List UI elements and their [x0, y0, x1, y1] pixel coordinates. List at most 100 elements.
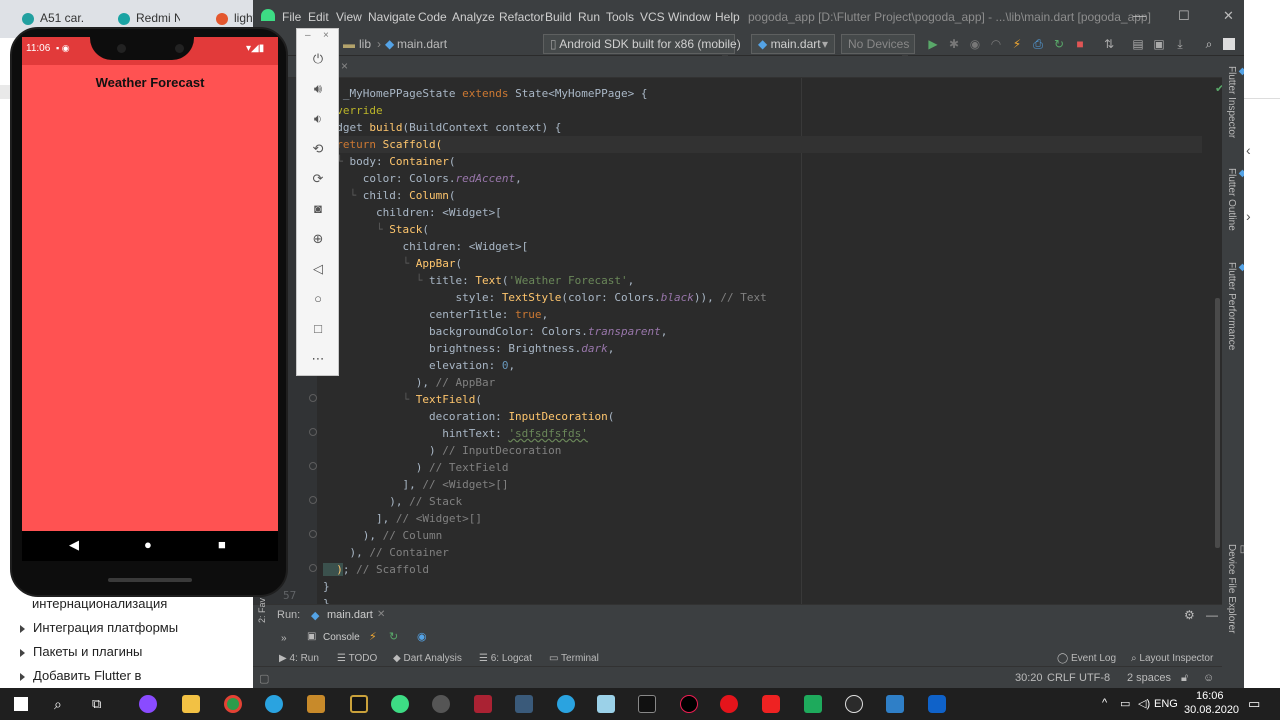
nav-home-icon[interactable]: ● [144, 537, 152, 552]
nav-recents-icon[interactable]: ■ [218, 537, 226, 552]
run-tab-main-dart[interactable]: main.dart [327, 609, 373, 621]
avd-manager-icon[interactable]: ▣ [1151, 36, 1167, 52]
flutter-attach-icon[interactable]: ⎙ [1030, 36, 1046, 52]
sdk-manager-icon[interactable]: ⤓ [1172, 36, 1188, 52]
fold-marker-icon[interactable] [309, 564, 317, 572]
menu-tools[interactable]: Tools [606, 10, 634, 24]
rotate-right-icon[interactable]: ⟳ [310, 171, 326, 187]
warships-icon[interactable] [515, 695, 533, 713]
lock-icon[interactable]: 🔓︎ [1181, 672, 1188, 685]
doc-item[interactable]: Интеграция платформы [20, 620, 178, 635]
clock-time[interactable]: 16:06 [1196, 690, 1224, 702]
run-icon[interactable]: ▶ [925, 36, 941, 52]
terminal-icon[interactable] [638, 695, 656, 713]
tool-terminal[interactable]: ▭ Terminal [549, 653, 599, 664]
fold-marker-icon[interactable] [309, 394, 317, 402]
maximize-icon[interactable]: ☐ [1178, 8, 1190, 24]
tool-dart-analysis[interactable]: ◆ Dart Analysis [393, 653, 462, 664]
notifications-icon[interactable]: ▭ [1248, 696, 1260, 712]
devtools-icon[interactable]: ◉ [417, 630, 427, 643]
fold-marker-icon[interactable] [309, 428, 317, 436]
app-screen[interactable] [22, 37, 278, 531]
sync-icon[interactable]: ⇅ [1101, 36, 1117, 52]
stop-icon[interactable]: ■ [1072, 36, 1088, 52]
fold-marker-icon[interactable] [309, 530, 317, 538]
unreal-icon[interactable] [350, 695, 368, 713]
line-separator[interactable]: CRLF [1047, 672, 1076, 684]
hot-restart-icon[interactable]: ↻ [1051, 36, 1067, 52]
telegram-icon[interactable] [265, 695, 283, 713]
chevron-right-icon[interactable]: › [1246, 208, 1251, 224]
debug-icon[interactable]: ✱ [946, 36, 962, 52]
app-icon[interactable] [845, 695, 863, 713]
volume-up-icon[interactable]: 🔊︎ [310, 81, 326, 97]
run-tab-close-icon[interactable]: ✕ [377, 609, 385, 620]
tiktok-icon[interactable] [680, 695, 698, 713]
chrome-icon[interactable] [224, 695, 242, 713]
telegram-desktop-icon[interactable] [557, 695, 575, 713]
settings-gear-icon[interactable]: ⚙ [1184, 608, 1195, 622]
active-app-icon[interactable] [804, 695, 822, 713]
fold-marker-icon[interactable] [309, 496, 317, 504]
status-toggle-icon[interactable]: ▢ [259, 672, 269, 685]
code-editor[interactable]: ss _MyHomePPageState extends State<MyHom… [253, 78, 1228, 610]
back-icon[interactable]: ◁ [310, 261, 326, 277]
defender-icon[interactable] [928, 695, 946, 713]
rotate-left-icon[interactable]: ⟲ [310, 141, 326, 157]
nav-back-icon[interactable]: ◀ [69, 537, 79, 553]
console-tab[interactable]: Console [323, 632, 360, 643]
camera-icon[interactable]: ◙ [310, 201, 326, 217]
menu-navigate[interactable]: Navigate [368, 10, 415, 24]
tool-todo[interactable]: ☰ TODO [337, 653, 377, 664]
world-of-tanks-icon[interactable] [432, 695, 450, 713]
inspector-icon[interactable]: ☺︎ [1203, 672, 1214, 684]
close-icon[interactable]: × [323, 30, 329, 41]
device-selector[interactable]: ▯ Android SDK built for x86 (mobile)▾ [543, 34, 741, 65]
menu-edit[interactable]: Edit [308, 10, 329, 24]
clock-date[interactable]: 30.08.2020 [1184, 704, 1239, 716]
coverage-icon[interactable]: ◉ [967, 36, 983, 52]
doc-item[interactable]: Добавить Flutter в [20, 668, 141, 683]
breadcrumb-lib[interactable]: lib [359, 37, 371, 51]
more-icon[interactable]: ⋯ [310, 351, 326, 367]
app-icon[interactable] [597, 695, 615, 713]
hot-reload-icon[interactable]: ⚡ [369, 630, 377, 643]
window-icon[interactable] [1223, 38, 1235, 50]
devices-selector[interactable]: No Devices▾ [841, 34, 915, 65]
photos-icon[interactable] [886, 695, 904, 713]
file-encoding[interactable]: UTF-8 [1079, 672, 1110, 684]
network-icon[interactable]: ▭ [1120, 697, 1130, 710]
task-view-icon[interactable]: ⧉ [92, 696, 101, 712]
tool-logcat[interactable]: ☰ 6: Logcat [479, 653, 532, 664]
alice-icon[interactable] [139, 695, 157, 713]
overview-icon[interactable]: □ [310, 321, 326, 337]
tab-close-icon[interactable]: × [341, 59, 348, 73]
hot-reload-icon[interactable]: ⚡ [1009, 36, 1025, 52]
home-icon[interactable]: ○ [310, 291, 326, 307]
menu-analyze[interactable]: Analyze [452, 10, 495, 24]
expand-icon[interactable]: » [281, 633, 287, 644]
tray-overflow-icon[interactable]: ^ [1102, 697, 1107, 709]
doc-item[interactable]: интернационализация [32, 596, 167, 611]
windows-start-icon[interactable] [14, 697, 28, 711]
structure-icon[interactable]: ▤ [1130, 36, 1146, 52]
tool-event-log[interactable]: ◯ Event Log [1057, 653, 1116, 664]
hot-restart-icon[interactable]: ↻ [389, 630, 398, 643]
volume-icon[interactable]: ◁) [1138, 697, 1150, 710]
indent-setting[interactable]: 2 spaces [1127, 672, 1171, 684]
chevron-left-icon[interactable]: ‹ [1246, 142, 1251, 158]
minimize-icon[interactable]: — [1133, 8, 1146, 23]
breadcrumb-main-dart[interactable]: main.dart [397, 37, 447, 51]
android-studio-icon[interactable] [391, 695, 409, 713]
hide-panel-icon[interactable]: — [1206, 608, 1218, 622]
caret-position[interactable]: 30:20 [1015, 672, 1043, 684]
game-icon[interactable] [307, 695, 325, 713]
opera-icon[interactable] [720, 695, 738, 713]
menu-build[interactable]: Build [545, 10, 572, 24]
menu-view[interactable]: View [336, 10, 362, 24]
zoom-icon[interactable]: ⊕ [310, 231, 326, 247]
menu-file[interactable]: File [282, 10, 301, 24]
favorites-side-tab[interactable]: 2: Fav [257, 598, 267, 623]
profile-icon[interactable]: ◠ [988, 36, 1004, 52]
fold-marker-icon[interactable] [309, 462, 317, 470]
